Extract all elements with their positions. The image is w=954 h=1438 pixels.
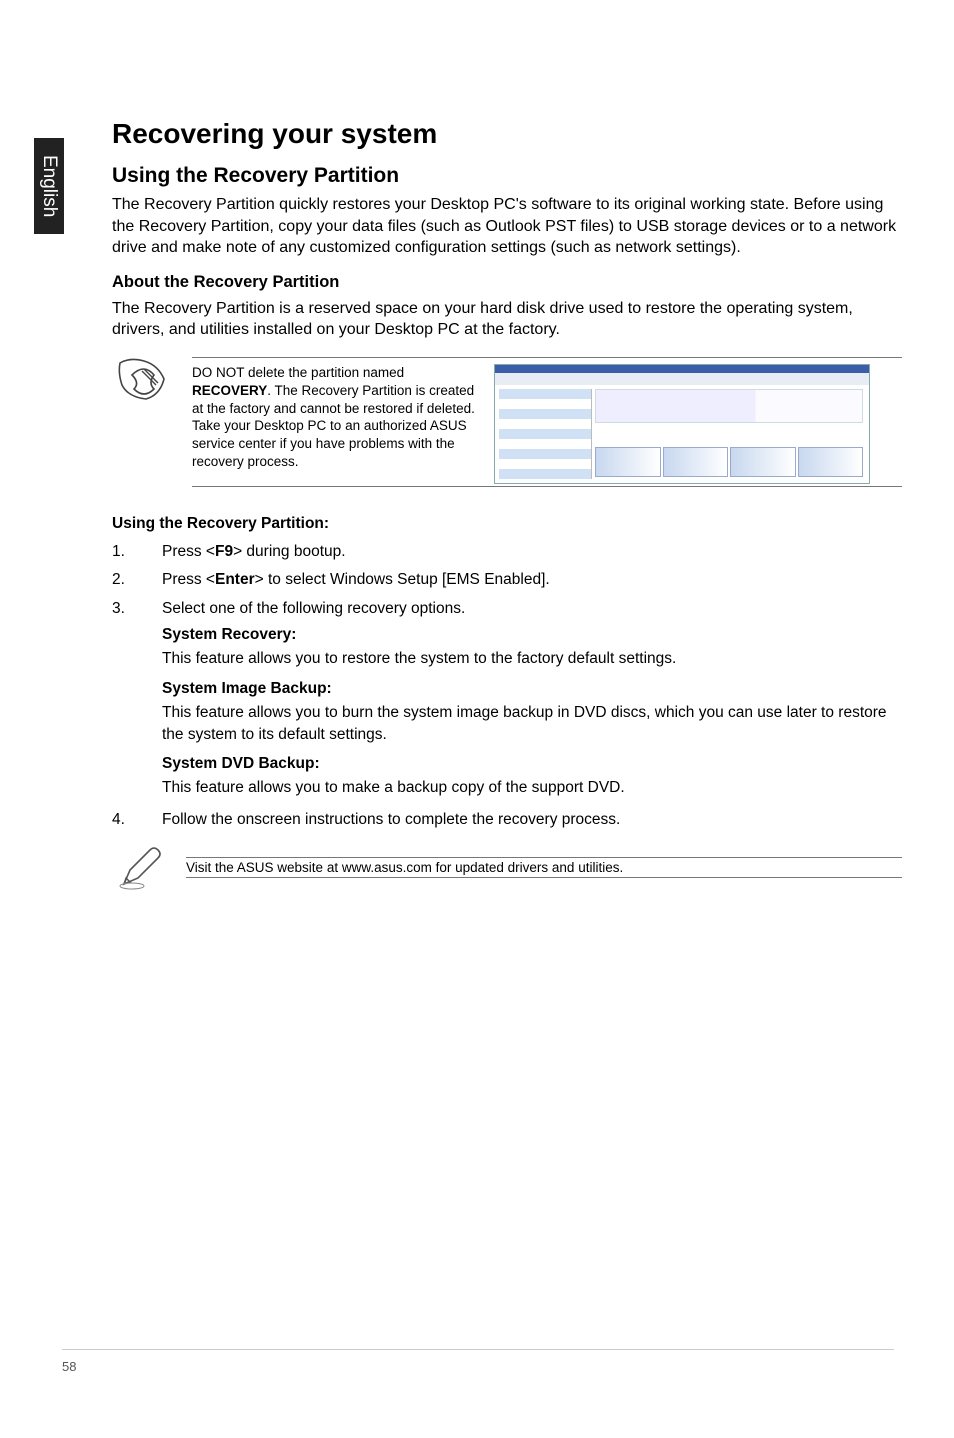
section-heading: Using the Recovery Partition — [112, 164, 902, 188]
footer-divider — [62, 1349, 894, 1350]
step-number: 4. — [112, 809, 132, 831]
page-number: 58 — [62, 1359, 76, 1374]
text: > during bootup. — [233, 543, 345, 560]
step-number: 2. — [112, 569, 132, 591]
subsection-heading: About the Recovery Partition — [112, 273, 902, 292]
main-content: Recovering your system Using the Recover… — [112, 118, 902, 892]
steps-list: 1. Press <F9> during bootup. 2. Press <E… — [112, 541, 902, 620]
step-number: 1. — [112, 541, 132, 563]
recovery-option: System DVD Backup: This feature allows y… — [162, 755, 902, 799]
step-item: 4. Follow the onscreen instructions to c… — [112, 809, 902, 831]
option-heading: System DVD Backup: — [162, 755, 902, 773]
divider — [186, 877, 902, 878]
footnote-text: Visit the ASUS website at www.asus.com f… — [186, 860, 902, 875]
text: Press < — [162, 571, 215, 588]
option-body: This feature allows you to make a backup… — [162, 777, 902, 799]
text: > to select Windows Setup [EMS Enabled]. — [255, 571, 550, 588]
divider — [192, 357, 902, 358]
step-text: Follow the onscreen instructions to comp… — [162, 809, 902, 831]
option-heading: System Image Backup: — [162, 680, 902, 698]
divider — [186, 857, 902, 858]
option-heading: System Recovery: — [162, 626, 902, 644]
text: Press < — [162, 543, 215, 560]
step-text: Press <Enter> to select Windows Setup [E… — [162, 569, 902, 591]
step-text: Select one of the following recovery opt… — [162, 598, 902, 620]
step-number: 3. — [112, 598, 132, 620]
warning-note: DO NOT delete the partition named RECOVE… — [112, 355, 902, 493]
language-tab: English — [34, 138, 64, 234]
steps-list-continued: 4. Follow the onscreen instructions to c… — [112, 809, 902, 831]
step-item: 2. Press <Enter> to select Windows Setup… — [112, 569, 902, 591]
option-body: This feature allows you to burn the syst… — [162, 702, 902, 745]
step-item: 3. Select one of the following recovery … — [112, 598, 902, 620]
key-name: F9 — [215, 543, 233, 560]
pencil-icon — [112, 844, 168, 892]
disk-management-screenshot — [494, 364, 870, 484]
recovery-label: RECOVERY — [192, 383, 267, 398]
warning-prefix: DO NOT delete the partition named — [192, 365, 404, 380]
page-title: Recovering your system — [112, 118, 902, 150]
procedure-heading: Using the Recovery Partition: — [112, 515, 902, 533]
info-note: Visit the ASUS website at www.asus.com f… — [112, 844, 902, 892]
key-name: Enter — [215, 571, 255, 588]
recovery-option: System Image Backup: This feature allows… — [162, 680, 902, 745]
intro-paragraph: The Recovery Partition quickly restores … — [112, 194, 902, 259]
about-paragraph: The Recovery Partition is a reserved spa… — [112, 298, 902, 341]
recovery-option: System Recovery: This feature allows you… — [162, 626, 902, 670]
divider — [192, 486, 902, 487]
warning-text: DO NOT delete the partition named RECOVE… — [192, 364, 478, 471]
option-body: This feature allows you to restore the s… — [162, 648, 902, 670]
step-text: Press <F9> during bootup. — [162, 541, 902, 563]
hand-warning-icon — [112, 355, 172, 403]
step-item: 1. Press <F9> during bootup. — [112, 541, 902, 563]
